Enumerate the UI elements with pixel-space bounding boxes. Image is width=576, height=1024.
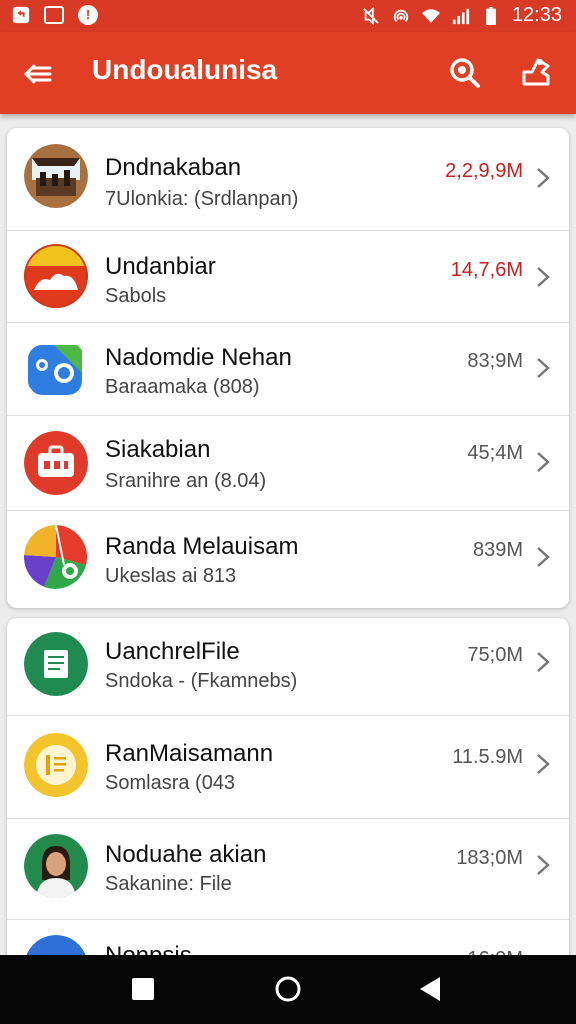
recents-square-icon[interactable]: [131, 977, 155, 1001]
notification-icon: [12, 6, 30, 24]
app-name: Undanbiar: [105, 253, 216, 280]
list-item[interactable]: Siakabian Sranihre an (8.04) 45;4M: [7, 416, 569, 511]
list-item[interactable]: RanMaisamann Somlasra (043 11.5.9M: [7, 716, 569, 819]
app-size: 183;0M: [456, 847, 523, 869]
document-app-icon: [24, 632, 88, 696]
chevron-right-icon: [537, 652, 550, 672]
list-item[interactable]: Undanbiar Sabols 14,7,6M: [7, 231, 569, 323]
app-list-card-1: Dndnakaban 7Ulonkia: (Srdlanpan) 2,2,9,9…: [7, 128, 569, 608]
camera-app-icon: [24, 337, 88, 401]
list-item[interactable]: Dndnakaban 7Ulonkia: (Srdlanpan) 2,2,9,9…: [7, 128, 569, 231]
chevron-right-icon: [537, 452, 550, 472]
app-size: 14,7,6M: [450, 259, 523, 281]
briefcase-app-icon: [24, 431, 88, 495]
colorwheel-app-icon: [24, 525, 88, 589]
app-name: Noduahe akian: [105, 841, 267, 868]
app-subtitle: Sakanine: File: [105, 873, 232, 895]
chevron-right-icon: [537, 754, 550, 774]
screenshot-icon: [44, 6, 64, 24]
app-name: Randa Melauisam: [105, 533, 299, 560]
app-name: Nadomdie Nehan: [105, 344, 292, 371]
list-item[interactable]: UanchrelFile Sndoka - (Fkamnebs) 75;0M: [7, 618, 569, 716]
app-size: 2,2,9,9M: [445, 160, 523, 182]
app-size: 83;9M: [467, 350, 523, 372]
app-subtitle: Sabols: [105, 285, 167, 307]
chevron-right-icon: [537, 168, 550, 188]
chevron-right-icon: [537, 855, 550, 875]
back-triangle-icon[interactable]: [418, 976, 442, 1002]
app-name: RanMaisamann: [105, 740, 274, 767]
back-arrow-icon[interactable]: [22, 58, 54, 90]
wifi-icon: [421, 8, 440, 23]
hotspot-icon: [393, 9, 409, 22]
alert-icon: !: [78, 5, 98, 25]
person-avatar-icon: [24, 834, 88, 898]
share-icon[interactable]: [518, 54, 554, 90]
list-item[interactable]: Randa Melauisam Ukeslas ai 813 839M: [7, 511, 569, 608]
mute-icon: [363, 6, 379, 25]
list-item[interactable]: Nadomdie Nehan Baraamaka (808) 83;9M: [7, 323, 569, 416]
list-item[interactable]: Noduahe akian Sakanine: File 183;0M: [7, 819, 569, 920]
app-subtitle: 7Ulonkia: (Srdlanpan): [105, 188, 299, 210]
app-subtitle: Sranihre an (8.04): [105, 470, 267, 492]
chevron-right-icon: [537, 267, 550, 287]
castle-app-icon: [24, 144, 88, 208]
status-bar: ! 12:33: [0, 0, 576, 32]
app-size: 11.5.9M: [452, 746, 523, 768]
app-size: 45;4M: [467, 442, 523, 464]
battery-icon: [486, 6, 496, 25]
app-size: 75;0M: [467, 644, 523, 666]
search-icon[interactable]: [446, 54, 482, 90]
home-circle-icon[interactable]: [274, 975, 302, 1003]
system-nav-bar: [0, 955, 576, 1024]
app-name: Siakabian: [105, 436, 211, 463]
chevron-right-icon: [537, 547, 550, 567]
landscape-app-icon: [24, 244, 88, 308]
app-name: Dndnakaban: [105, 154, 242, 181]
app-bar: Undoualunisa: [0, 32, 576, 114]
app-subtitle: Baraamaka (808): [105, 376, 260, 398]
signal-icon: [452, 8, 470, 24]
app-subtitle: Ukeslas ai 813: [105, 565, 237, 587]
chevron-right-icon: [537, 358, 550, 378]
notes-app-icon: [24, 733, 88, 797]
app-name: UanchrelFile: [105, 638, 240, 665]
app-subtitle: Sndoka - (Fkamnebs): [105, 670, 298, 692]
app-size: 839M: [472, 539, 523, 561]
page-title: Undoualunisa: [92, 54, 278, 85]
app-subtitle: Somlasra (043: [105, 772, 236, 794]
clock: 12:33: [511, 4, 562, 26]
